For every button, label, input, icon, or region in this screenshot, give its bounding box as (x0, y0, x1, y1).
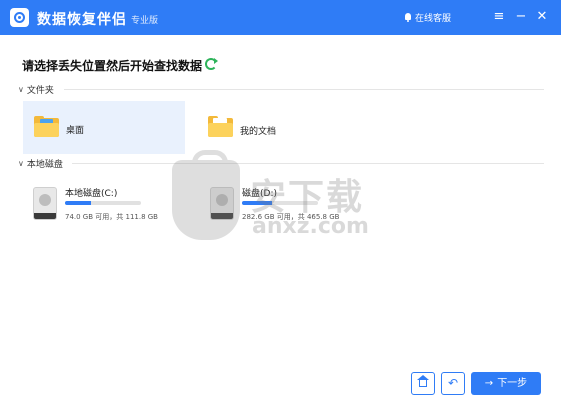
next-step-button[interactable]: → 下一步 (471, 372, 541, 395)
watermark-shield-icon (172, 150, 240, 240)
disks-section-toggle[interactable]: ∨ 本地磁盘 (18, 157, 63, 170)
back-button[interactable]: ↶ (441, 372, 465, 395)
folders-section-title: 文件夹 (26, 86, 54, 96)
folder-item-documents[interactable]: 我的文档 (205, 101, 367, 154)
disks-section-title: 本地磁盘 (26, 160, 63, 170)
folder-item-desktop[interactable]: 桌面 (23, 101, 185, 154)
app-window: 数据恢复伴侣 专业版 在线客服 ≡ − ✕ 请选择丢失位置然后开始查找数据 ∨ … (0, 0, 561, 406)
disk-name: 本地磁盘(C:) (65, 189, 118, 199)
online-service-link[interactable]: 在线客服 (404, 11, 451, 24)
next-step-label: 下一步 (497, 378, 528, 389)
documents-folder-icon (208, 116, 233, 137)
arrow-right-icon: → (484, 378, 494, 389)
online-service-label: 在线客服 (415, 14, 452, 24)
watermark-text: 安下载 (250, 177, 365, 218)
undo-icon: ↶ (447, 376, 459, 390)
watermark-url: anxz.com (252, 214, 369, 239)
disk-usage-fill (65, 201, 91, 205)
home-button[interactable] (411, 372, 435, 395)
app-logo-icon (10, 8, 29, 27)
disk-item-c[interactable]: 本地磁盘(C:) 74.0 GB 可用，共 111.8 GB (30, 182, 170, 226)
page-title: 请选择丢失位置然后开始查找数据 (22, 59, 203, 73)
bell-icon (404, 13, 412, 22)
title-bar: 数据恢复伴侣 专业版 在线客服 ≡ − ✕ (0, 0, 561, 35)
disk-space-text: 74.0 GB 可用，共 111.8 GB (65, 213, 158, 221)
watermark: 安下载 anxz.com (172, 150, 392, 242)
hard-drive-icon (33, 187, 57, 220)
close-button[interactable]: ✕ (533, 8, 551, 26)
menu-button[interactable]: ≡ (490, 8, 508, 26)
folders-section-toggle[interactable]: ∨ 文件夹 (18, 83, 54, 96)
app-title: 数据恢复伴侣 (37, 12, 127, 28)
minimize-button[interactable]: − (512, 8, 530, 26)
divider (64, 89, 544, 90)
desktop-folder-icon (34, 116, 59, 137)
disk-usage-bar (65, 201, 141, 205)
home-icon (417, 375, 429, 388)
chevron-down-icon: ∨ (18, 85, 24, 94)
edition-badge: 专业版 (131, 16, 159, 26)
folder-label: 桌面 (66, 126, 85, 136)
folder-label: 我的文档 (240, 127, 277, 137)
refresh-icon[interactable] (205, 58, 218, 70)
chevron-down-icon: ∨ (18, 159, 24, 168)
